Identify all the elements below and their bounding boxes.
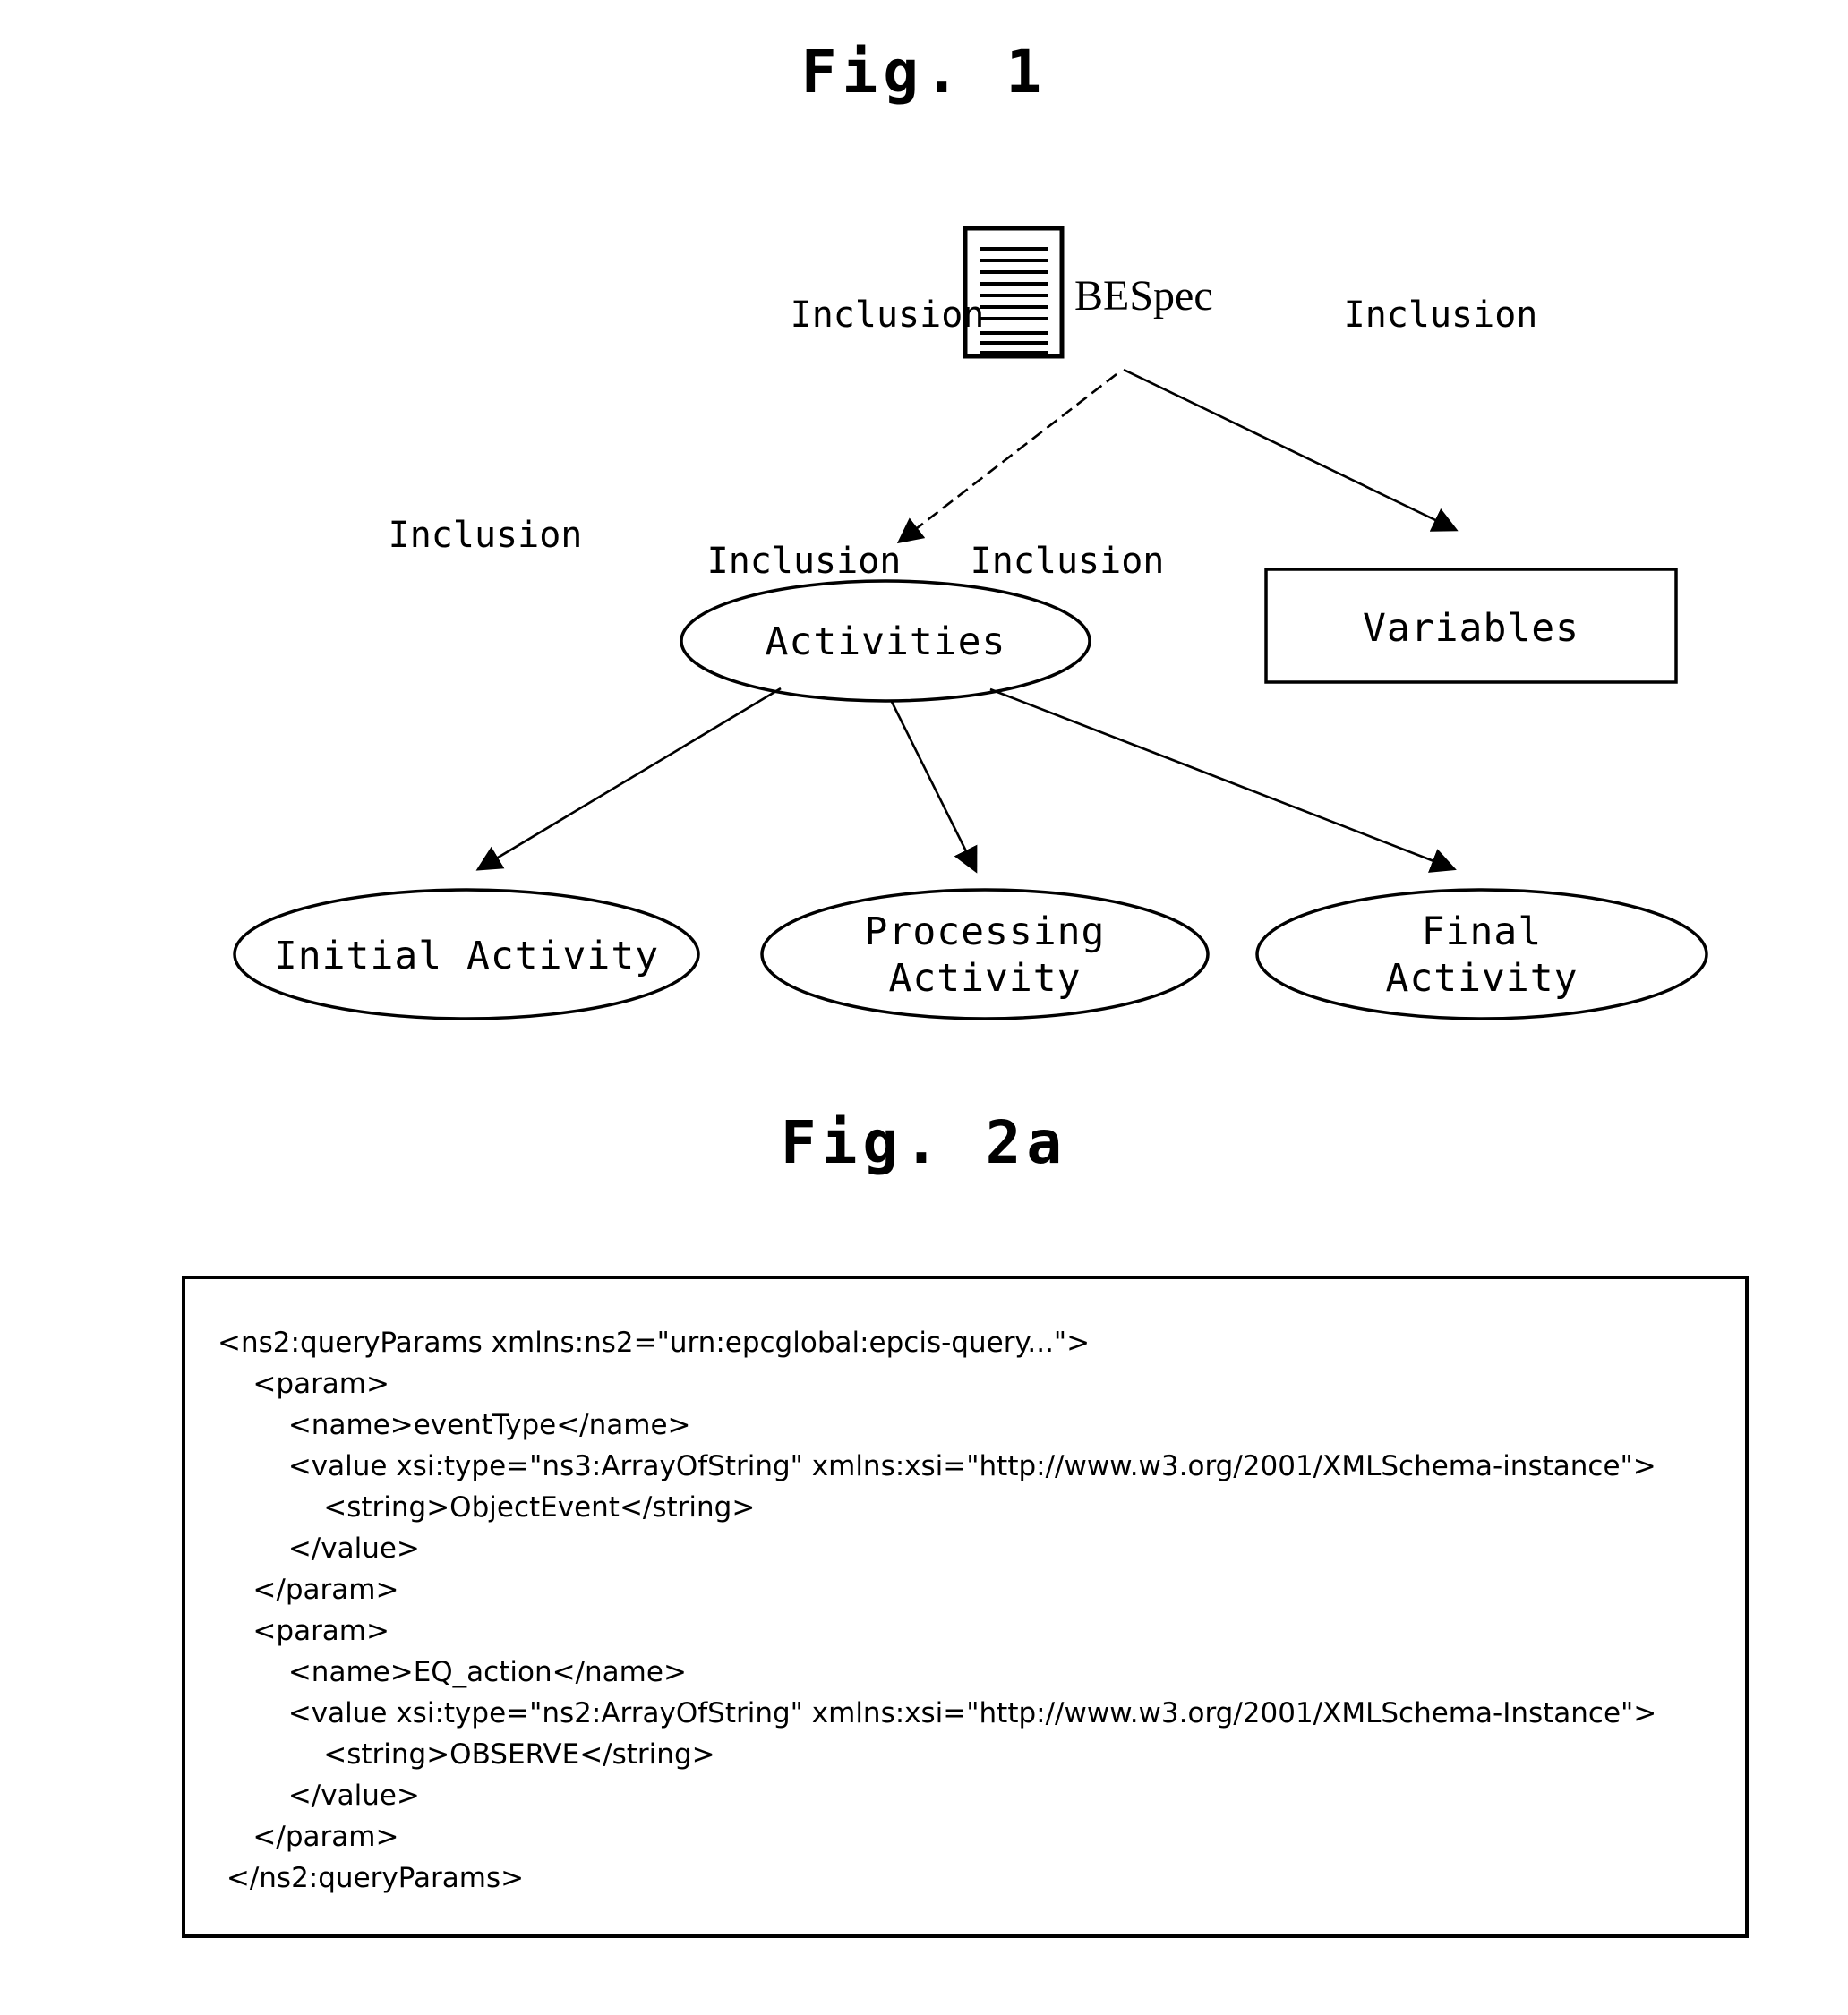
node-label-variables: Variables bbox=[1363, 606, 1579, 651]
code-line: </param> bbox=[218, 1574, 399, 1606]
edge-label-activities-initial: Inclusion bbox=[389, 515, 583, 556]
edge-bespec-variables bbox=[1123, 368, 1459, 532]
edge-bespec-activities bbox=[896, 372, 1117, 544]
edge-activities-processing bbox=[890, 701, 978, 874]
code-line: </value> bbox=[218, 1780, 420, 1812]
edge-label-bespec-activities: Inclusion bbox=[791, 295, 985, 336]
figure-1-diagram: BESpec Inclusion Inclusion Activities Va… bbox=[0, 134, 1848, 1038]
node-label-bespec: BESpec bbox=[1074, 272, 1213, 320]
edge-label-bespec-variables: Inclusion bbox=[1344, 295, 1538, 336]
node-final-activity: Final Activity bbox=[1255, 888, 1708, 1020]
code-line: <value xsi:type="ns2:ArrayOfString" xmln… bbox=[218, 1697, 1657, 1729]
figure-2a-code-box: <ns2:queryParams xmlns:ns2="urn:epcgloba… bbox=[182, 1276, 1749, 1938]
node-label-processing-activity-line2: Activity bbox=[888, 956, 1081, 1001]
edge-label-activities-final: Inclusion bbox=[971, 541, 1165, 582]
code-line: </param> bbox=[218, 1821, 399, 1853]
node-label-final-activity-line2: Activity bbox=[1385, 956, 1578, 1001]
code-line: </value> bbox=[218, 1533, 420, 1565]
node-activities: Activities bbox=[680, 579, 1091, 703]
code-line: <string>ObjectEvent</string> bbox=[218, 1491, 756, 1524]
xml-code-listing: <ns2:queryParams xmlns:ns2="urn:epcgloba… bbox=[218, 1322, 1656, 1899]
code-line: </ns2:queryParams> bbox=[218, 1862, 525, 1894]
node-variables: Variables bbox=[1264, 568, 1678, 684]
node-label-activities: Activities bbox=[766, 619, 1006, 664]
node-label-final-activity-line1: Final bbox=[1422, 909, 1542, 954]
figure-2a-title: Fig. 2a bbox=[780, 1108, 1068, 1177]
figure-1-title: Fig. 1 bbox=[800, 38, 1048, 107]
node-label-processing-activity-line1: Processing bbox=[865, 909, 1106, 954]
node-label-initial-activity: Initial Activity bbox=[274, 934, 659, 978]
node-bespec: BESpec bbox=[962, 226, 1213, 359]
edge-activities-final bbox=[989, 687, 1457, 873]
code-line: <string>OBSERVE</string> bbox=[218, 1738, 715, 1771]
code-line: <value xsi:type="ns3:ArrayOfString" xmln… bbox=[218, 1450, 1656, 1482]
code-line: <name>EQ_action</name> bbox=[218, 1656, 687, 1688]
node-processing-activity: Processing Activity bbox=[760, 888, 1210, 1020]
code-line: <name>eventType</name> bbox=[218, 1409, 691, 1441]
code-line: <param> bbox=[218, 1368, 389, 1400]
code-line: <param> bbox=[218, 1615, 389, 1647]
edge-label-activities-processing: Inclusion bbox=[707, 541, 902, 582]
code-line: <ns2:queryParams xmlns:ns2="urn:epcgloba… bbox=[218, 1327, 1091, 1359]
edge-activities-initial bbox=[475, 687, 782, 871]
node-initial-activity: Initial Activity bbox=[233, 888, 700, 1020]
